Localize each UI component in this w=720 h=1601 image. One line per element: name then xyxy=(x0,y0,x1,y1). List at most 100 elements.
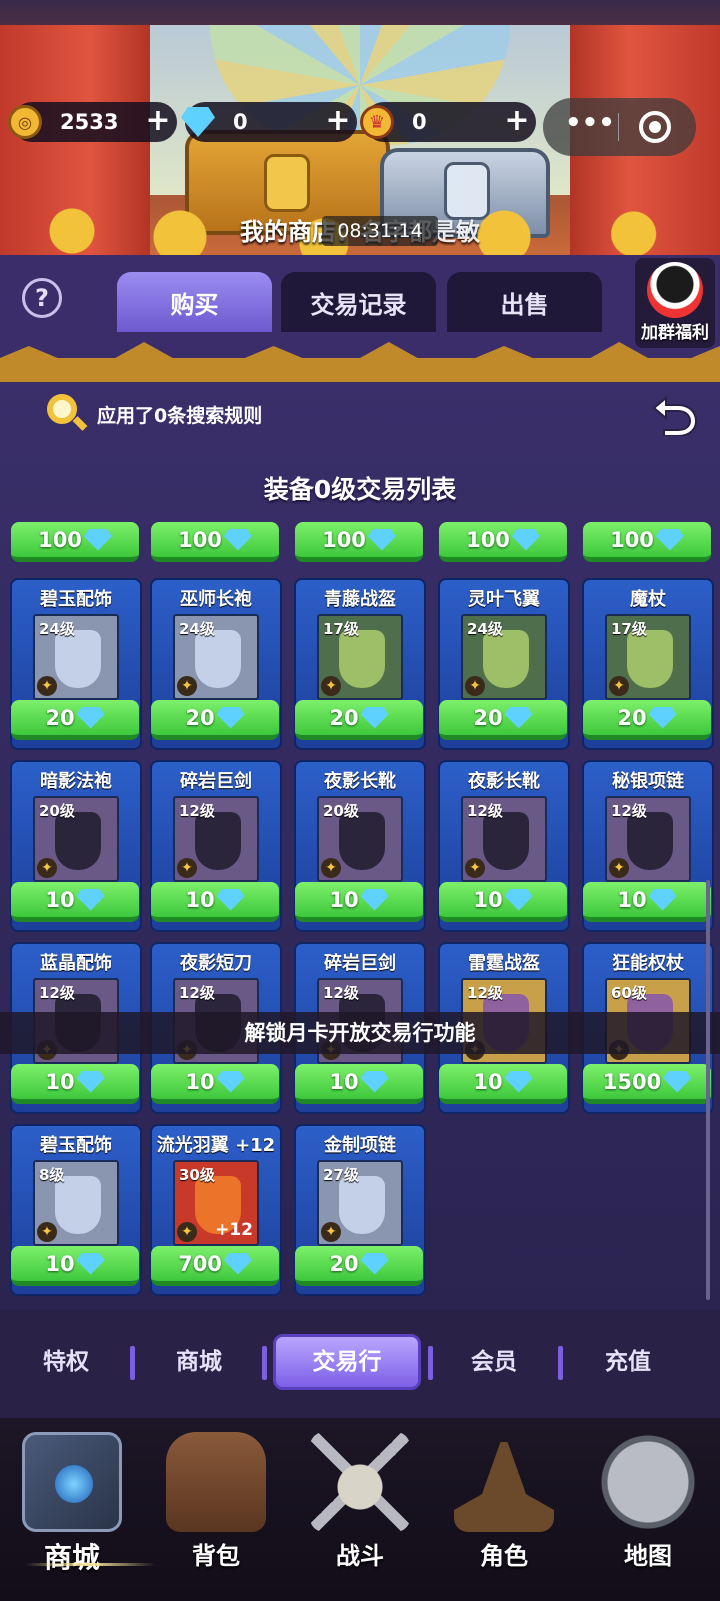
item-level: 12级 xyxy=(179,802,215,820)
nav-battle-label: 战斗 xyxy=(336,1542,384,1570)
star-badge-icon: ✦ xyxy=(37,1222,57,1242)
more-menu-icon[interactable]: ••• xyxy=(565,108,615,138)
gold-amount: 2533 xyxy=(60,110,119,134)
item-name: 流光羽翼 +12 xyxy=(156,1135,276,1156)
price-button[interactable]: 20 xyxy=(151,700,279,740)
subnav-privilege[interactable]: 特权 xyxy=(6,1340,126,1384)
diamond-icon xyxy=(76,1070,105,1093)
price-button[interactable]: 1500 xyxy=(583,1064,711,1104)
diamond-icon xyxy=(360,706,389,729)
close-miniprogram-icon[interactable] xyxy=(639,111,671,143)
penguin-mascot-icon xyxy=(647,262,703,318)
add-crown-button[interactable]: + xyxy=(504,106,530,136)
price-button[interactable]: 700 xyxy=(151,1246,279,1286)
tab-buy[interactable]: 购买 xyxy=(117,272,272,332)
map-icon xyxy=(598,1432,698,1532)
diamond-icon xyxy=(216,1070,245,1093)
star-badge-icon: ✦ xyxy=(177,858,197,878)
item-level: 24级 xyxy=(467,620,503,638)
item-level: 20级 xyxy=(39,802,75,820)
subnav-mall[interactable]: 商城 xyxy=(139,1340,259,1384)
star-badge-icon: ✦ xyxy=(465,676,485,696)
star-badge-icon: ✦ xyxy=(609,858,629,878)
item-name: 碎岩巨剑 xyxy=(180,771,252,792)
price-button[interactable]: 10 xyxy=(583,882,711,922)
add-diamond-button[interactable]: + xyxy=(325,106,351,136)
star-badge-icon: ✦ xyxy=(465,858,485,878)
gold-necklace-icon: 27级 ✦ xyxy=(317,1160,403,1246)
diamond-icon xyxy=(655,528,684,551)
star-badge-icon: ✦ xyxy=(177,676,197,696)
lock-notice: 解锁月卡开放交易行功能 xyxy=(0,1012,720,1054)
list-title: 装备0级交易列表 xyxy=(263,475,457,504)
mithril-necklace-icon: 12级 ✦ xyxy=(605,796,691,882)
night-boots-icon: 12级 ✦ xyxy=(461,796,547,882)
nav-battle[interactable]: 战斗 xyxy=(288,1418,432,1601)
price-value: 20 xyxy=(473,705,503,730)
scrollbar[interactable] xyxy=(706,880,710,1300)
price-button[interactable]: 20 xyxy=(583,700,711,740)
diamond-icon xyxy=(223,528,252,551)
subnav-membership[interactable]: 会员 xyxy=(434,1340,554,1384)
capsule-divider xyxy=(618,113,619,141)
diamond-currency: 0 + xyxy=(181,102,357,142)
price-button[interactable]: 10 xyxy=(11,1064,139,1104)
price-button[interactable]: 100 xyxy=(11,522,139,562)
diamond-amount: 0 xyxy=(233,110,248,134)
nav-backpack[interactable]: 背包 xyxy=(144,1418,288,1601)
diamond-icon xyxy=(367,528,396,551)
nav-shop[interactable]: 商城 xyxy=(0,1418,144,1601)
star-badge-icon: ✦ xyxy=(177,1222,197,1242)
item-name: 秘银项链 xyxy=(612,771,684,792)
search-rules[interactable]: 应用了0条搜索规则 xyxy=(45,392,262,436)
diamond-icon xyxy=(360,1070,389,1093)
tab-trade-history[interactable]: 交易记录 xyxy=(281,272,436,332)
price-button[interactable]: 10 xyxy=(151,882,279,922)
nav-character[interactable]: 角色 xyxy=(432,1418,576,1601)
item-name: 青藤战盔 xyxy=(324,589,396,610)
price-button[interactable]: 10 xyxy=(295,1064,423,1104)
price-button[interactable]: 10 xyxy=(11,882,139,922)
price-button[interactable]: 10 xyxy=(295,882,423,922)
help-button[interactable]: ? xyxy=(22,278,62,318)
star-badge-icon: ✦ xyxy=(321,858,341,878)
crown-currency: ♛ 0 + xyxy=(360,102,536,142)
price-value: 20 xyxy=(617,705,647,730)
star-badge-icon: ✦ xyxy=(37,858,57,878)
item-name: 魔杖 xyxy=(630,589,666,610)
price-button[interactable]: 100 xyxy=(151,522,279,562)
price-button[interactable]: 100 xyxy=(583,522,711,562)
price-button[interactable]: 10 xyxy=(151,1064,279,1104)
nav-map[interactable]: 地图 xyxy=(576,1418,720,1601)
price-button[interactable]: 20 xyxy=(295,1246,423,1286)
item-name: 巫师长袍 xyxy=(180,589,252,610)
back-arrow-icon[interactable] xyxy=(650,392,698,436)
price-button[interactable]: 20 xyxy=(11,700,139,740)
diamond-icon xyxy=(648,706,677,729)
price-button[interactable]: 10 xyxy=(439,882,567,922)
night-boots-icon: 20级 ✦ xyxy=(317,796,403,882)
subnav-trading-post[interactable]: 交易行 xyxy=(273,1334,421,1390)
join-group-button[interactable]: 加群福利 xyxy=(635,258,715,348)
price-value: 10 xyxy=(45,1251,75,1276)
price-button[interactable]: 100 xyxy=(439,522,567,562)
tab-sell[interactable]: 出售 xyxy=(447,272,602,332)
price-button[interactable]: 20 xyxy=(439,700,567,740)
diamond-icon xyxy=(76,706,105,729)
price-button[interactable]: 20 xyxy=(295,700,423,740)
diamond-icon xyxy=(360,1252,389,1275)
diamond-icon xyxy=(76,888,105,911)
subnav-recharge[interactable]: 充值 xyxy=(568,1340,688,1384)
price-button[interactable]: 10 xyxy=(439,1064,567,1104)
item-level: 24级 xyxy=(39,620,75,638)
diamond-icon xyxy=(83,528,112,551)
price-button[interactable]: 100 xyxy=(295,522,423,562)
price-button[interactable]: 10 xyxy=(11,1246,139,1286)
diamond-icon xyxy=(223,1252,252,1275)
glow-wings-icon: 30级 ✦ +12 xyxy=(173,1160,259,1246)
item-name: 狂能权杖 xyxy=(612,953,684,974)
add-gold-button[interactable]: + xyxy=(145,106,171,136)
price-value: 20 xyxy=(45,705,75,730)
gold-coin-icon: ◎ xyxy=(8,105,42,139)
clock-overlay: 08:31:14 xyxy=(322,216,438,246)
